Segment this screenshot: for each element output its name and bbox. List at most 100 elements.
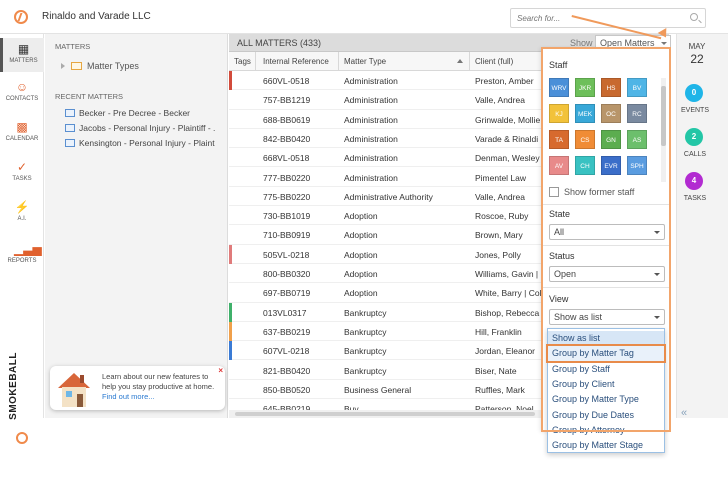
ai-bolt-icon: ⚡ <box>14 200 30 214</box>
staff-chip[interactable]: KJ <box>549 104 569 123</box>
promo-text: Learn about our new features to help you… <box>102 372 220 402</box>
nav-calendar[interactable]: ▩ CALENDAR <box>0 120 44 142</box>
nav-reports[interactable]: ▁▃▅ REPORTS <box>0 242 44 264</box>
col-header-matter-type[interactable]: Matter Type <box>344 57 386 66</box>
view-option[interactable]: Group by Client <box>548 377 664 392</box>
tasks-label[interactable]: TASKS <box>677 195 713 202</box>
smokeball-logo-icon[interactable] <box>14 10 28 24</box>
recent-matter-item[interactable]: Jacobs - Personal Injury - Plaintiff - . <box>65 123 225 133</box>
view-dropdown-menu: Show as list Group by Matter Tag Group by … <box>546 328 666 453</box>
status-select[interactable]: Open <box>549 266 665 282</box>
col-header-client[interactable]: Client (full) <box>475 57 513 66</box>
staff-chip[interactable]: HS <box>601 78 621 97</box>
nav-tasks[interactable]: ✓ TASKS <box>0 160 44 182</box>
internal-reference-cell: 505VL-0218 <box>263 249 310 260</box>
column-divider[interactable] <box>255 52 256 71</box>
close-icon[interactable]: × <box>218 366 223 375</box>
view-option[interactable]: Group by Matter Tag <box>546 344 666 364</box>
staff-chip[interactable]: GN <box>601 130 621 149</box>
recent-matter-item[interactable]: Becker - Pre Decree - Becker <box>65 108 225 118</box>
view-option[interactable]: Group by Matter Stage <box>548 438 664 453</box>
matter-tag-marker <box>229 302 232 322</box>
internal-reference-cell: 668VL-0518 <box>263 153 310 164</box>
matter-tag-marker <box>229 225 232 244</box>
staff-chip[interactable]: AV <box>549 156 569 175</box>
staff-chip[interactable]: TA <box>549 130 569 149</box>
matter-type-cell: Adoption <box>344 211 378 222</box>
expand-caret-icon[interactable] <box>61 63 65 69</box>
client-cell: Denman, Wesley <box>475 153 540 164</box>
find-out-more-link[interactable]: Find out more... <box>102 392 155 401</box>
matter-types-tree-item[interactable]: Matter Types <box>61 61 139 71</box>
collapse-icon[interactable]: « <box>681 407 687 419</box>
staff-chip[interactable]: CS <box>575 130 595 149</box>
recent-matter-item[interactable]: Kensington - Personal Injury - Plaint <box>65 138 225 148</box>
view-option[interactable]: Group by Matter Type <box>548 392 664 407</box>
staff-chip[interactable]: SPH <box>627 156 647 175</box>
staff-chip[interactable]: AS <box>627 130 647 149</box>
staff-chip[interactable]: WRV <box>549 78 569 97</box>
calendar-icon: ▩ <box>16 120 28 134</box>
firm-name: Rinaldo and Varade LLC <box>42 11 151 22</box>
matter-type-cell: Bankruptcy <box>344 346 387 357</box>
calls-label[interactable]: CALLS <box>677 151 713 158</box>
checkbox[interactable] <box>549 187 559 197</box>
client-cell: Biser, Nate <box>475 365 517 376</box>
nav-contacts-label: CONTACTS <box>5 96 39 102</box>
show-former-staff-checkbox[interactable]: Show former staff <box>549 187 634 197</box>
events-badge[interactable]: 0 <box>685 84 703 102</box>
client-cell: Valle, Andrea <box>475 191 525 202</box>
matter-type-cell: Administration <box>344 172 398 183</box>
column-divider[interactable] <box>338 52 339 71</box>
staff-chip[interactable]: CH <box>575 156 595 175</box>
search-icon[interactable] <box>690 13 698 21</box>
view-option[interactable]: Group by Attorney <box>548 423 664 438</box>
matter-type-cell: Administration <box>344 95 398 106</box>
contacts-icon: ☺ <box>15 80 29 94</box>
search-input[interactable] <box>511 9 681 27</box>
client-cell: Williams, Gavin | F <box>475 269 546 279</box>
view-option[interactable]: Group by Due Dates <box>548 408 664 423</box>
list-title: ALL MATTERS (433) <box>237 38 322 48</box>
status-value: Open <box>554 269 577 279</box>
nav-matters[interactable]: ▦ MATTERS <box>0 38 44 72</box>
matter-type-cell: Adoption <box>344 249 378 260</box>
staff-chip[interactable]: MEK <box>575 104 595 123</box>
sort-ascending-icon[interactable] <box>457 59 463 63</box>
view-select[interactable]: Show as list <box>549 309 665 325</box>
column-divider[interactable] <box>469 52 470 71</box>
staff-grid: WRV JKR HS BV KJ MEK OC RC TA CS GN AS AV CH EVR SPH <box>549 78 665 182</box>
view-option[interactable]: Group by Staff <box>548 362 664 377</box>
staff-chip[interactable]: BV <box>627 78 647 97</box>
nav-tasks-label: TASKS <box>12 176 32 182</box>
view-option[interactable]: Show as list <box>548 331 664 346</box>
col-header-tags[interactable]: Tags <box>234 57 251 66</box>
scrollbar-thumb[interactable] <box>661 86 666 146</box>
matter-tag-marker <box>229 110 232 129</box>
client-cell: Brown, Mary <box>475 230 523 241</box>
matters-heading: MATTERS <box>55 42 91 51</box>
client-cell: Grinwalde, Mollie <box>475 114 541 125</box>
tasks-badge[interactable]: 4 <box>685 172 703 190</box>
calls-badge[interactable]: 2 <box>685 128 703 146</box>
matter-doc-icon <box>65 124 75 132</box>
matter-type-cell: Administration <box>344 114 398 125</box>
events-label[interactable]: EVENTS <box>677 107 713 114</box>
scrollbar-thumb[interactable] <box>235 412 535 416</box>
matter-type-cell: Administration <box>344 133 398 144</box>
nav-contacts[interactable]: ☺ CONTACTS <box>0 80 44 102</box>
client-cell: Varade & Rinaldi <box>475 133 539 144</box>
col-header-internal-reference[interactable]: Internal Reference <box>263 57 329 66</box>
matter-type-cell: Adoption <box>344 269 378 279</box>
internal-reference-cell: 607VL-0218 <box>263 346 310 357</box>
chevron-down-icon <box>654 273 660 276</box>
staff-chip[interactable]: OC <box>601 104 621 123</box>
state-select[interactable]: All <box>549 224 665 240</box>
staff-chip[interactable]: EVR <box>601 156 621 175</box>
staff-chip[interactable]: JKR <box>575 78 595 97</box>
staff-scrollbar[interactable] <box>661 78 666 182</box>
client-cell: Preston, Amber <box>475 76 534 86</box>
nav-ai[interactable]: ⚡ A.I. <box>0 200 44 222</box>
show-label: Show <box>570 38 593 48</box>
staff-chip[interactable]: RC <box>627 104 647 123</box>
